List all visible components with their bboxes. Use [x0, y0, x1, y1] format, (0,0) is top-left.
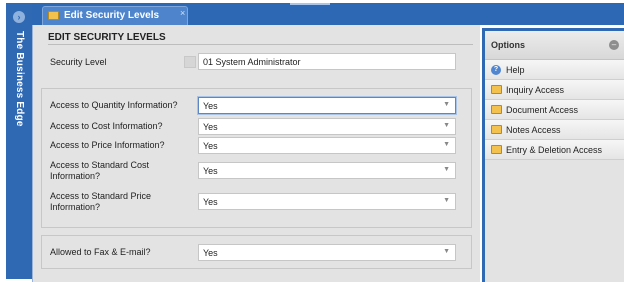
option-document-access[interactable]: Document Access: [485, 100, 624, 120]
access-price-select[interactable]: Yes ▼: [198, 137, 456, 154]
options-empty-area: [485, 160, 624, 282]
selected-value: Yes: [203, 166, 218, 176]
folder-icon: [491, 85, 502, 94]
options-header: Options –: [485, 31, 624, 60]
folder-icon: [491, 105, 502, 114]
access-quantity-select[interactable]: Yes ▼: [198, 97, 456, 114]
options-title: Options: [491, 40, 525, 50]
folder-icon: [491, 125, 502, 134]
access-standard-price-select[interactable]: Yes ▼: [198, 193, 456, 210]
access-cost-select[interactable]: Yes ▼: [198, 118, 456, 135]
access-price-label: Access to Price Information?: [50, 140, 165, 150]
option-notes-access[interactable]: Notes Access: [485, 120, 624, 140]
folder-icon: [48, 11, 59, 20]
help-icon: ?: [491, 65, 501, 75]
lookup-icon[interactable]: [184, 56, 196, 68]
close-icon[interactable]: ×: [180, 8, 185, 18]
section-title: EDIT SECURITY LEVELS: [48, 32, 166, 43]
chevron-down-icon: ▼: [443, 122, 450, 129]
access-standard-cost-select[interactable]: Yes ▼: [198, 162, 456, 179]
chevron-down-icon: ▼: [443, 141, 450, 148]
selected-value: Yes: [203, 141, 218, 151]
section-divider: [48, 44, 473, 45]
access-quantity-label: Access to Quantity Information?: [50, 100, 178, 110]
chevron-down-icon: ▼: [443, 166, 450, 173]
chevron-down-icon: ▼: [443, 101, 450, 108]
access-cost-label: Access to Cost Information?: [50, 121, 163, 131]
access-standard-cost-label: Access to Standard Cost Information?: [50, 160, 150, 181]
selected-value: Yes: [203, 101, 218, 111]
folder-icon: [491, 145, 502, 154]
selected-value: Yes: [203, 248, 218, 258]
selected-value: Yes: [203, 122, 218, 132]
security-level-field[interactable]: 01 System Administrator: [198, 53, 456, 70]
left-rail: › The Business Edge: [6, 3, 32, 279]
selected-value: Yes: [203, 197, 218, 207]
tab-label: Edit Security Levels: [64, 10, 160, 21]
top-bar-accent: [290, 3, 330, 5]
option-help[interactable]: ? Help: [485, 60, 624, 80]
options-panel: Options – ? Help Inquiry Access Document…: [482, 28, 624, 282]
fax-email-label: Allowed to Fax & E-mail?: [50, 247, 151, 257]
chevron-down-icon: ▼: [443, 197, 450, 204]
option-label: Document Access: [506, 105, 579, 115]
app-title: The Business Edge: [14, 31, 25, 127]
collapse-icon[interactable]: –: [609, 40, 619, 50]
chevron-down-icon: ▼: [443, 248, 450, 255]
expand-icon[interactable]: ›: [13, 11, 25, 23]
option-label: Inquiry Access: [506, 85, 565, 95]
fax-email-select[interactable]: Yes ▼: [198, 244, 456, 261]
option-label: Help: [506, 65, 525, 75]
option-label: Entry & Deletion Access: [506, 145, 603, 155]
option-inquiry-access[interactable]: Inquiry Access: [485, 80, 624, 100]
option-entry-deletion-access[interactable]: Entry & Deletion Access: [485, 140, 624, 160]
option-label: Notes Access: [506, 125, 561, 135]
tab-edit-security-levels[interactable]: Edit Security Levels ×: [42, 6, 188, 25]
security-level-label: Security Level: [50, 57, 107, 67]
access-standard-price-label: Access to Standard Price Information?: [50, 191, 152, 212]
